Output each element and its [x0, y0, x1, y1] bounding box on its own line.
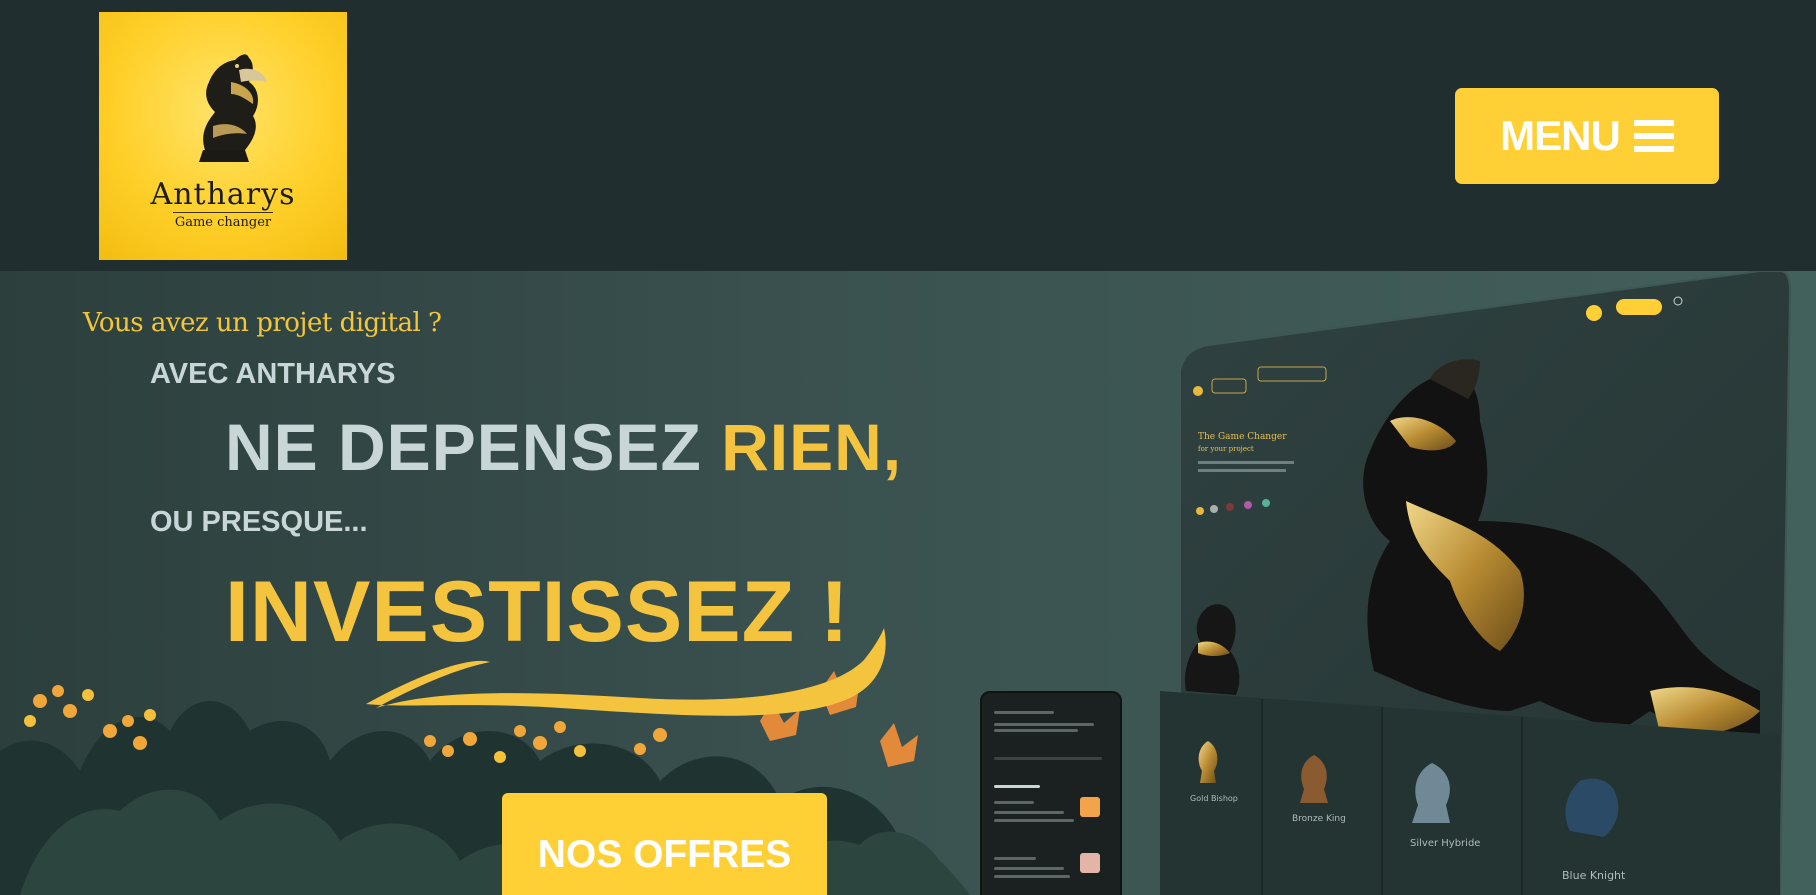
product-label-silver-hybride: Silver Hybride [1410, 838, 1480, 849]
product-label-gold-bishop: Gold Bishop [1190, 794, 1238, 803]
hero-line-ne-accent: RIEN, [721, 410, 903, 484]
menu-button-label: MENU [1500, 112, 1621, 159]
website-mockup-illustration: The Game Changer for your project Gold B… [1160, 271, 1792, 895]
product-label-blue-knight: Blue Knight [1562, 869, 1626, 882]
logo[interactable]: Antharys Game changer [99, 12, 347, 260]
hamburger-icon [1633, 120, 1674, 152]
logo-divider [173, 212, 273, 213]
menu-button[interactable]: MENU [1455, 88, 1719, 184]
hero-line-ou-presque: OU PRESQUE... [150, 506, 368, 538]
hero-line-avec: AVEC ANTHARYS [150, 358, 396, 390]
hero-line-ne-prefix: NE DEPENSEZ [225, 410, 722, 484]
underline-swoosh-decoration [366, 628, 886, 716]
phone-mockup-illustration [980, 691, 1122, 895]
logo-name: Antharys [150, 177, 296, 212]
hero-line-ne-depensez: NE DEPENSEZ RIEN, [225, 409, 902, 485]
mockup-subheading: for your project [1198, 445, 1254, 453]
logo-tagline: Game changer [174, 215, 272, 230]
nos-offres-button-label: NOS OFFRES [537, 833, 792, 876]
hero-section: The Game Changer for your project Gold B… [0, 271, 1816, 895]
hero-question: Vous avez un projet digital ? [83, 308, 442, 338]
site-header: Antharys Game changer MENU [0, 0, 1816, 271]
nos-offres-button[interactable]: NOS OFFRES [502, 793, 827, 895]
chess-knight-logo-icon [199, 54, 267, 162]
product-label-bronze-king: Bronze King [1292, 814, 1346, 824]
mockup-heading: The Game Changer [1198, 432, 1287, 442]
